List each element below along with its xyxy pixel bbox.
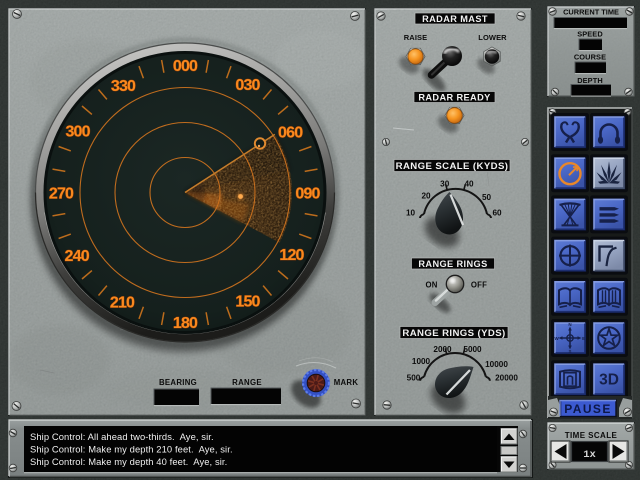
svg-text:030: 030 <box>235 77 260 94</box>
svg-text:180: 180 <box>173 315 198 332</box>
svg-text:Ship Control: Make my depth 40: Ship Control: Make my depth 40 feet. Aye… <box>30 456 227 467</box>
svg-text:N: N <box>568 322 571 327</box>
svg-text:DEPTH: DEPTH <box>577 76 603 85</box>
svg-text:Ship Control: Make my depth 21: Ship Control: Make my depth 210 feet. Ay… <box>30 444 233 455</box>
svg-text:COURSE: COURSE <box>574 53 606 62</box>
svg-text:500: 500 <box>407 374 421 383</box>
svg-text:330: 330 <box>111 78 136 95</box>
svg-text:W: W <box>554 336 559 341</box>
svg-text:5000: 5000 <box>463 345 482 354</box>
svg-text:RANGE SCALE (KYDS): RANGE SCALE (KYDS) <box>396 161 509 172</box>
svg-text:240: 240 <box>65 248 90 265</box>
svg-text:CURRENT TIME: CURRENT TIME <box>563 8 619 17</box>
svg-text:30: 30 <box>440 180 450 189</box>
svg-text:40: 40 <box>464 180 474 189</box>
svg-text:RANGE RINGS (YDS): RANGE RINGS (YDS) <box>402 328 505 339</box>
svg-text:210: 210 <box>110 294 135 311</box>
svg-text:1x: 1x <box>583 449 596 461</box>
svg-text:BEARING: BEARING <box>159 378 197 387</box>
svg-text:060: 060 <box>278 125 303 142</box>
svg-text:MARK: MARK <box>334 378 359 387</box>
svg-text:3D: 3D <box>599 372 619 389</box>
svg-text:090: 090 <box>295 185 320 202</box>
svg-text:1000: 1000 <box>412 357 431 366</box>
svg-text:S: S <box>568 349 571 354</box>
svg-text:10: 10 <box>406 209 416 218</box>
svg-text:OFF: OFF <box>471 281 487 290</box>
svg-text:RANGE RINGS: RANGE RINGS <box>418 259 487 269</box>
svg-text:300: 300 <box>65 123 90 140</box>
svg-text:Ship Control: All ahead two-th: Ship Control: All ahead two-thirds. Aye,… <box>30 431 214 442</box>
svg-text:LOWER: LOWER <box>478 33 507 42</box>
svg-text:2000: 2000 <box>433 345 452 354</box>
svg-text:RADAR MAST: RADAR MAST <box>422 14 488 24</box>
svg-text:60: 60 <box>492 209 502 218</box>
svg-text:10000: 10000 <box>485 360 508 369</box>
svg-text:270: 270 <box>49 185 74 202</box>
svg-text:E: E <box>582 336 585 341</box>
svg-text:120: 120 <box>279 247 304 264</box>
svg-text:150: 150 <box>235 294 260 311</box>
svg-text:50: 50 <box>482 193 492 202</box>
svg-text:SPEED: SPEED <box>577 30 603 39</box>
svg-text:ON: ON <box>425 281 437 290</box>
svg-text:RAISE: RAISE <box>404 33 427 42</box>
svg-text:PAUSE: PAUSE <box>564 402 611 416</box>
svg-text:20: 20 <box>421 192 431 201</box>
svg-text:20000: 20000 <box>495 374 518 383</box>
svg-text:RADAR READY: RADAR READY <box>418 92 490 102</box>
svg-text:TIME SCALE: TIME SCALE <box>565 431 618 440</box>
svg-text:000: 000 <box>173 58 198 75</box>
svg-text:RANGE: RANGE <box>232 378 262 387</box>
